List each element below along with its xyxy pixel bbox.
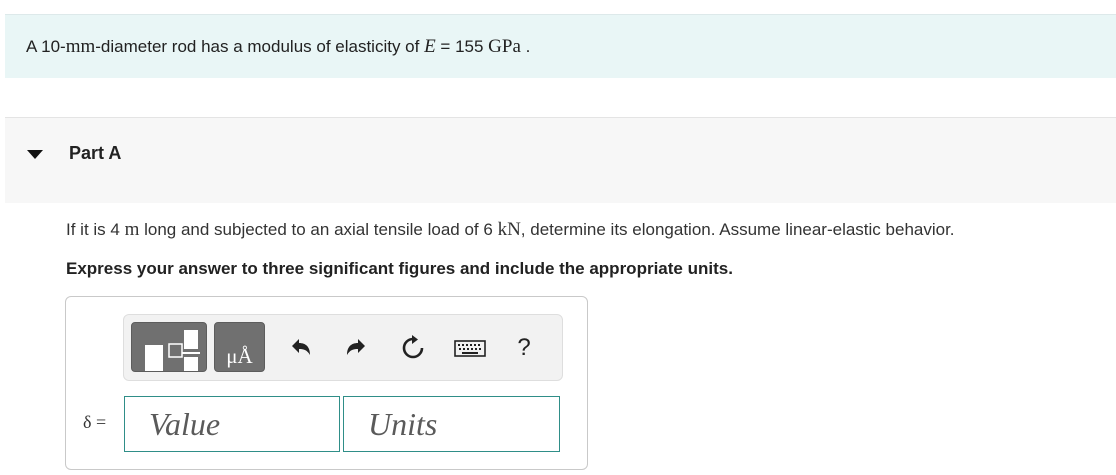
question-math-unit: m — [124, 219, 140, 240]
problem-intro: A 10-mm-diameter rod has a modulus of el… — [5, 14, 1116, 78]
question-text-part: , determine its elongation. Assume linea… — [520, 220, 955, 239]
units-input[interactable] — [343, 396, 560, 452]
keyboard-button[interactable] — [451, 331, 489, 365]
question-text-part: If it is 4 — [66, 220, 125, 239]
value-input[interactable] — [124, 396, 340, 452]
intro-text-part: A 10- — [26, 36, 66, 56]
intro-math-unit: GPa — [488, 35, 521, 57]
part-title: Part A — [69, 143, 122, 163]
collapse-caret-icon[interactable] — [27, 150, 43, 159]
math-toolbar: μÅ ? — [123, 314, 563, 381]
answer-box: μÅ ? δ = Value Units — [65, 296, 588, 470]
templates-icon — [145, 330, 200, 371]
undo-button[interactable] — [284, 331, 318, 365]
intro-text-part: . — [520, 36, 531, 56]
help-icon: ? — [517, 334, 531, 361]
question-math-unit: kN — [497, 219, 521, 240]
intro-text-part: = 155 — [435, 36, 489, 56]
question-text-part: long and subjected to an axial tensile l… — [139, 220, 498, 239]
keyboard-icon — [454, 340, 486, 357]
intro-math-variable: E — [424, 35, 436, 57]
part-header[interactable]: Part A — [5, 117, 1116, 203]
units-button[interactable]: μÅ — [214, 322, 265, 372]
units-icon: μÅ — [226, 344, 253, 368]
templates-button[interactable] — [131, 322, 207, 372]
intro-text-part: -diameter rod has a modulus of elasticit… — [95, 36, 425, 56]
answer-instruction: Express your answer to three significant… — [66, 259, 733, 278]
intro-math-unit: mm — [65, 35, 96, 57]
question-text: If it is 4 m long and subjected to an ax… — [66, 219, 955, 241]
reset-icon — [402, 335, 424, 359]
redo-icon — [347, 339, 365, 355]
intro-text: A 10-mm-diameter rod has a modulus of el… — [26, 36, 530, 58]
redo-button[interactable] — [339, 331, 373, 365]
help-button[interactable]: ? — [507, 331, 541, 365]
answer-variable-label: δ = — [83, 412, 107, 432]
undo-icon — [292, 339, 310, 355]
reset-button[interactable] — [396, 331, 430, 365]
